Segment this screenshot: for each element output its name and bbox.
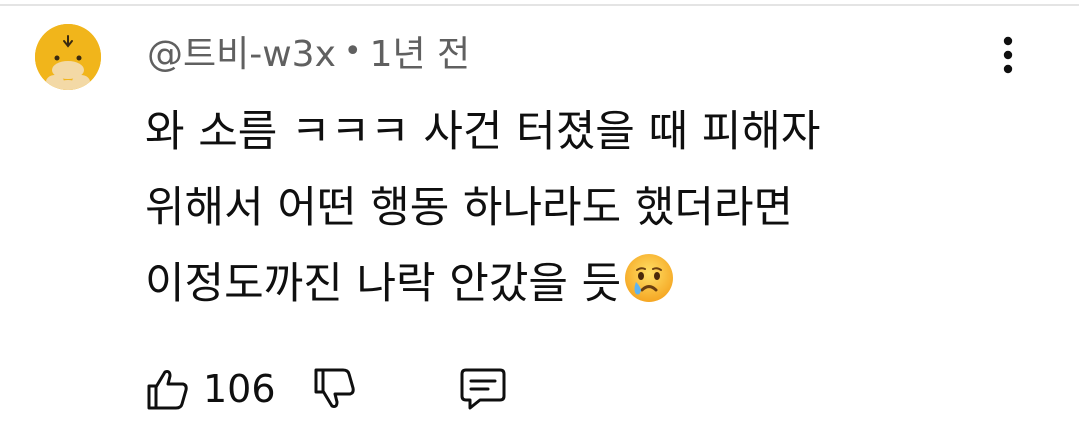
comment-body: 와 소름 ㅋㅋㅋ 사건 터졌을 때 피해자 위해서 어떤 행동 하나라도 했더라… bbox=[145, 94, 995, 322]
comment-line-text: 이정도까진 나락 안갔을 듯 bbox=[145, 259, 622, 309]
more-options-button[interactable] bbox=[990, 34, 1026, 76]
separator-dot: • bbox=[343, 33, 362, 69]
more-vertical-icon bbox=[1003, 36, 1013, 74]
avatar[interactable] bbox=[35, 24, 101, 90]
like-button[interactable] bbox=[145, 366, 191, 412]
like-count: 106 bbox=[203, 367, 276, 411]
dislike-button[interactable] bbox=[312, 366, 358, 412]
thumbs-down-icon bbox=[314, 368, 355, 408]
comment-line-last: 이정도까진 나락 안갔을 듯 bbox=[145, 246, 995, 322]
comment-line: 와 소름 ㅋㅋㅋ 사건 터졌을 때 피해자 bbox=[145, 107, 821, 157]
yellow-duck-avatar-icon bbox=[35, 24, 101, 90]
comment-line: 위해서 어떤 행동 하나라도 했더라면 bbox=[145, 183, 794, 233]
author-name[interactable]: @트비-w3x bbox=[147, 25, 336, 77]
crying-face-emoji-icon bbox=[625, 254, 674, 302]
comment-actions: 106 bbox=[145, 360, 508, 418]
thumbs-up-icon bbox=[147, 370, 188, 410]
comment-icon bbox=[460, 368, 506, 410]
reply-button[interactable] bbox=[458, 366, 508, 412]
comment-header: @트비-w3x • 1년 전 bbox=[147, 26, 470, 76]
comment-item: @트비-w3x • 1년 전 와 소름 ㅋㅋㅋ 사건 터졌을 때 피해자 위해서… bbox=[0, 0, 1079, 436]
timestamp[interactable]: 1년 전 bbox=[370, 25, 471, 77]
